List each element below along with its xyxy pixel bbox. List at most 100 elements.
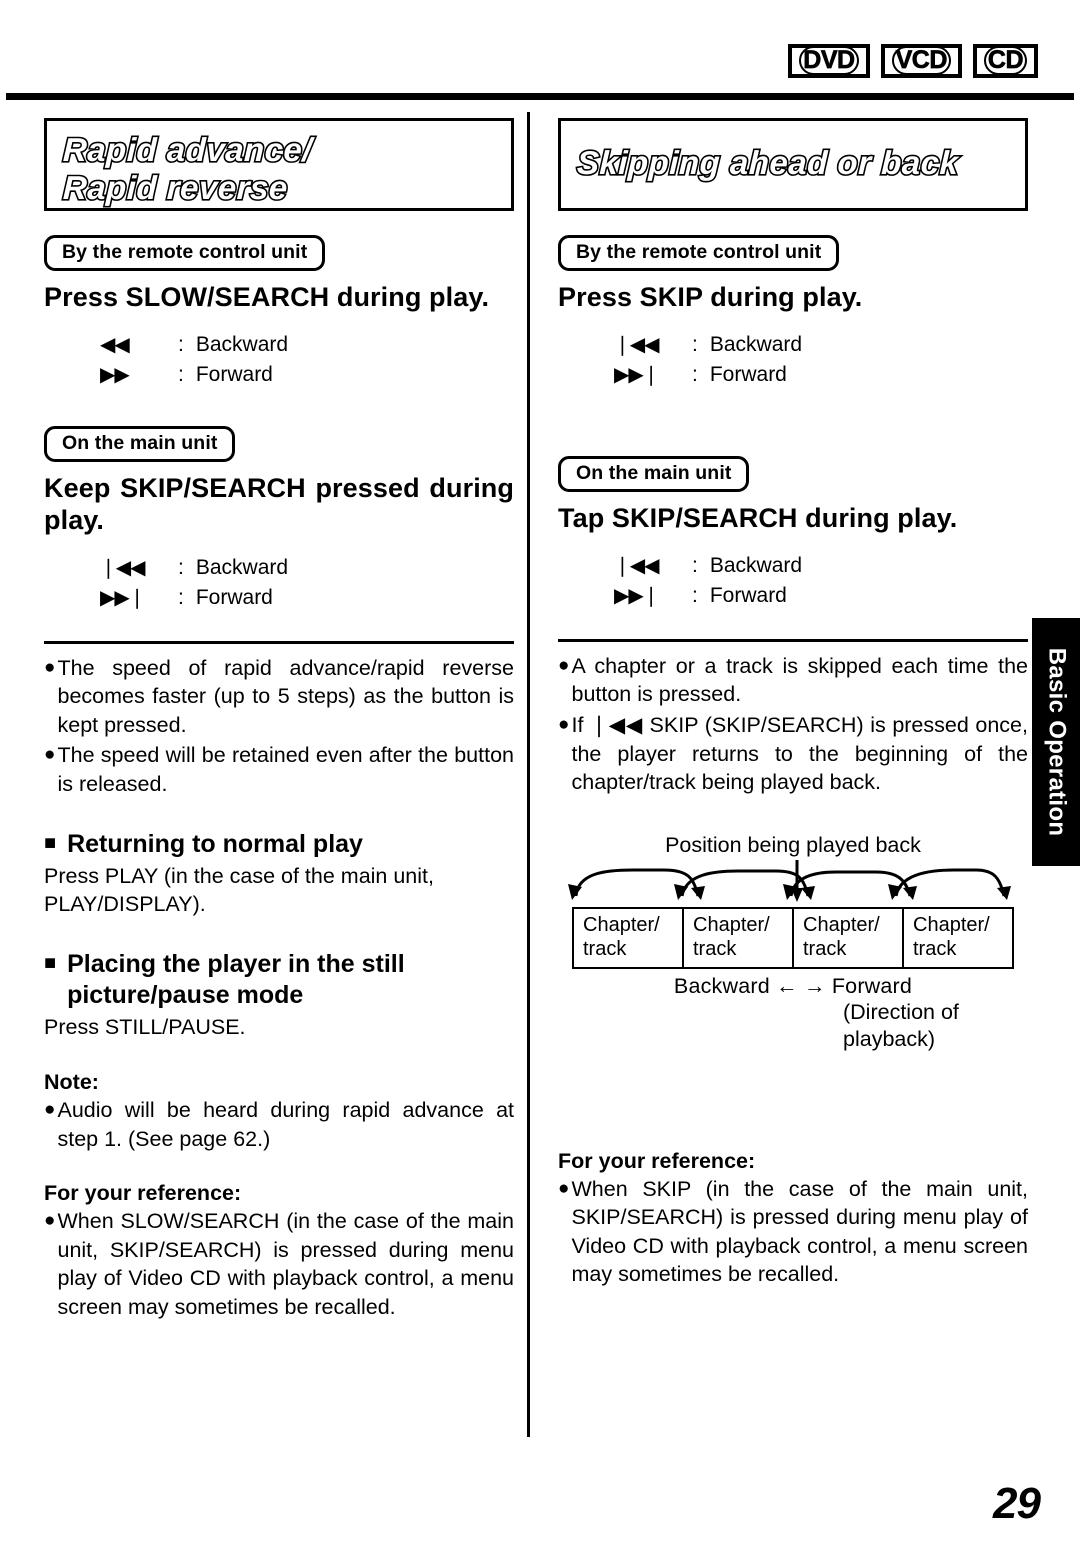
badge-cd: CD <box>972 44 1038 78</box>
chapter-track-cell: Chapter/ track <box>684 908 794 967</box>
bullet-text: The speed of rapid advance/rapid reverse… <box>57 655 514 737</box>
section-rule <box>44 640 514 644</box>
legend-label-backward: Backward <box>195 556 289 580</box>
bullet-text: The speed will be retained even after th… <box>57 743 514 797</box>
bullet-icon: ● <box>44 1098 56 1120</box>
bullet-text: A chapter or a track is skipped each tim… <box>571 653 1028 707</box>
heading-still-picture-pause-mode: ■ Placing the player in the still pictur… <box>44 949 514 1010</box>
note-list: ● Audio will be heard during rapid advan… <box>44 1096 514 1153</box>
legend-row-forward: ▶▶❘ : Forward <box>614 581 1028 611</box>
legend-colon: : <box>692 333 698 357</box>
badge-cd-label: CD <box>983 46 1027 75</box>
skip-forward-icon: ▶▶❘ <box>614 364 660 387</box>
list-item: ● The speed of rapid advance/rapid rever… <box>44 654 514 740</box>
bullet-text: Audio will be heard during rapid advance… <box>57 1097 514 1151</box>
side-tab-label: Basic Operation <box>1043 647 1070 837</box>
legend-remote-rapid: ◀◀ : Backward ▶▶ : Forward <box>100 330 514 390</box>
legend-label-backward: Backward <box>195 333 289 357</box>
page-number: 29 <box>993 1479 1041 1528</box>
legend-label-backward: Backward <box>709 333 803 357</box>
bullet-text: When SLOW/SEARCH (in the case of the mai… <box>57 1209 514 1319</box>
square-bullet-icon: ■ <box>44 831 57 854</box>
fast-forward-icon: ▶▶ <box>100 364 130 387</box>
legend-row-backward: ❘◀◀ : Backward <box>100 553 514 583</box>
for-your-reference-list: ● When SLOW/SEARCH (in the case of the m… <box>44 1207 514 1321</box>
badge-dvd: DVD <box>788 44 870 78</box>
chapter-cell-line2: track <box>913 937 957 960</box>
instruction-tap-skip-search: Tap SKIP/SEARCH during play. <box>558 503 958 534</box>
section-rule <box>558 638 1028 642</box>
chapter-track-cell: Chapter/ track <box>794 908 904 967</box>
heading-text: Returning to normal play <box>67 829 363 858</box>
instruction-keep-skip-search: Keep SKIP/SEARCH pressed during play. <box>44 473 514 536</box>
legend-label-forward: Forward <box>709 584 787 608</box>
legend-row-backward: ❘◀◀ : Backward <box>614 551 1028 581</box>
legend-colon: : <box>178 585 184 609</box>
banner-line-1: Rapid advance/ <box>61 129 315 169</box>
section-banner-rapid-advance: Rapid advance/ Rapid reverse <box>44 118 514 211</box>
notes-skipping: ● A chapter or a track is skipped each t… <box>558 652 1028 797</box>
instruction-press-slow-search: Press SLOW/SEARCH during play. <box>44 282 490 313</box>
manual-page: DVD VCD CD Rapid advance/ Rapid reverse … <box>0 0 1080 1563</box>
for-your-reference-label: For your reference: <box>44 1181 242 1206</box>
legend-row-backward: ❘◀◀ : Backward <box>614 330 1028 360</box>
section-banner-skipping: Skipping ahead or back <box>558 118 1028 211</box>
skip-backward-icon: ❘◀◀ <box>614 555 660 578</box>
pill-by-remote-control-unit: By the remote control unit <box>44 235 326 272</box>
chapter-cell-line2: track <box>693 937 737 960</box>
heading-text: Placing the player in the still picture/… <box>67 950 405 1009</box>
chapter-cell-line1: Chapter/ <box>913 913 990 936</box>
right-column: Skipping ahead or back By the remote con… <box>558 118 1028 1291</box>
chapter-cell-line1: Chapter/ <box>693 913 770 936</box>
bullet-icon: ● <box>558 1177 570 1199</box>
body-still-picture-pause-mode: Press STILL/PAUSE. <box>44 1015 246 1040</box>
note-label: Note: <box>44 1069 99 1094</box>
list-item: ● A chapter or a track is skipped each t… <box>558 652 1028 709</box>
legend-row-forward: ▶▶ : Forward <box>100 360 514 390</box>
legend-label-backward: Backward <box>709 554 803 578</box>
square-bullet-icon: ■ <box>44 952 57 975</box>
list-item: ● The speed will be retained even after … <box>44 741 514 798</box>
legend-label-forward: Forward <box>195 585 273 609</box>
legend-main-rapid: ❘◀◀ : Backward ▶▶❘ : Forward <box>100 553 514 613</box>
list-item: ● Audio will be heard during rapid advan… <box>44 1096 514 1153</box>
banner-line-1: Skipping ahead or back <box>575 143 961 183</box>
media-type-badges: DVD VCD CD <box>788 44 1038 78</box>
chapter-cell-line1: Chapter/ <box>803 913 880 936</box>
bullet-text: When SKIP (in the case of the main unit,… <box>571 1176 1028 1287</box>
pill-by-remote-control-unit: By the remote control unit <box>558 235 840 272</box>
legend-colon: : <box>178 363 184 387</box>
legend-row-backward: ◀◀ : Backward <box>100 330 514 360</box>
pill-on-the-main-unit: On the main unit <box>558 455 750 493</box>
diagram-direction-line: Backward ← → Forward <box>673 973 913 998</box>
diagram-caption: Position being played back <box>665 832 921 857</box>
pill-on-the-main-unit: On the main unit <box>44 425 236 463</box>
chapter-skip-diagram: Position being played back Chapter/ trac… <box>558 833 1028 1053</box>
list-item: ● If ❘◀◀ SKIP (SKIP/SEARCH) is pressed o… <box>558 711 1028 797</box>
skip-backward-icon: ❘◀◀ <box>614 334 660 357</box>
badge-vcd-label: VCD <box>891 46 951 75</box>
body-returning-to-normal-play: Press PLAY (in the case of the main unit… <box>44 864 434 917</box>
badge-dvd-label: DVD <box>799 46 859 75</box>
left-column: Rapid advance/ Rapid reverse By the remo… <box>44 118 514 1324</box>
bullet-icon: ● <box>44 1210 56 1232</box>
legend-row-forward: ▶▶❘ : Forward <box>100 583 514 613</box>
notes-rapid-advance: ● The speed of rapid advance/rapid rever… <box>44 654 514 799</box>
diagram-direction-sub-1: (Direction of <box>843 999 959 1024</box>
bullet-icon: ● <box>558 714 570 736</box>
header-rule <box>6 93 1074 100</box>
column-divider <box>527 112 530 1437</box>
for-your-reference-label: For your reference: <box>558 1148 756 1173</box>
legend-label-forward: Forward <box>195 363 273 387</box>
for-your-reference-list: ● When SKIP (in the case of the main uni… <box>558 1175 1028 1289</box>
diagram-direction-sub-2: playback) <box>843 1026 936 1051</box>
skip-backward-icon: ❘◀◀ <box>100 557 146 580</box>
rewind-icon: ◀◀ <box>100 334 130 357</box>
badge-vcd: VCD <box>880 44 962 78</box>
skip-forward-icon: ▶▶❘ <box>614 585 660 608</box>
bullet-icon: ● <box>44 656 56 678</box>
chapter-cell-line2: track <box>583 937 627 960</box>
legend-remote-skip: ❘◀◀ : Backward ▶▶❘ : Forward <box>614 330 1028 390</box>
skip-forward-icon: ▶▶❘ <box>100 586 146 609</box>
chapter-track-cell: Chapter/ track <box>904 909 1012 967</box>
